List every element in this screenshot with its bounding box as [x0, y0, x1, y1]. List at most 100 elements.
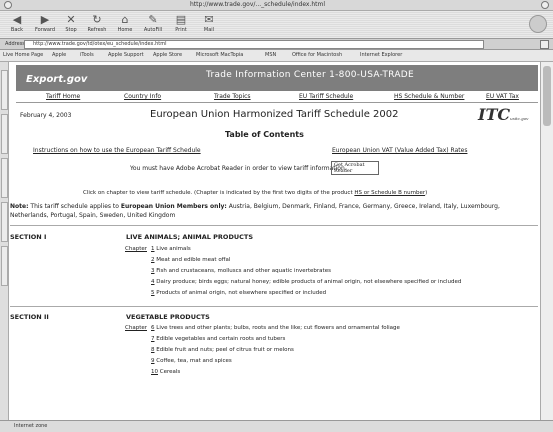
chapter-row[interactable]: 5 Products of animal origin, not elsewhe…: [125, 290, 326, 296]
sidebar-tab-scrapbook[interactable]: [1, 202, 8, 242]
stop-label: Stop: [65, 27, 77, 33]
nav-eu-tariff-schedule[interactable]: EU Tariff Schedule: [299, 93, 353, 100]
home-label: Home: [117, 27, 133, 33]
site-banner: Export.gov Trade Information Center 1-80…: [16, 65, 538, 91]
chapter-row[interactable]: 9 Coffee, tea, mat and spices: [125, 358, 232, 364]
browser-logo-icon: [529, 15, 547, 33]
section-label: SECTION II: [10, 313, 49, 321]
chapter-desc: Live animals: [156, 246, 191, 252]
chapter-number[interactable]: 4: [151, 279, 155, 285]
favorite-internet-explorer[interactable]: Internet Explorer: [360, 52, 402, 58]
chapter-label: Chapter: [125, 246, 147, 252]
scrollbar-thumb[interactable]: [543, 66, 551, 126]
refresh-label: Refresh: [87, 27, 107, 33]
chapter-number[interactable]: 6: [151, 325, 155, 331]
page-date: February 4, 2003: [20, 112, 72, 119]
hs-schedule-link[interactable]: HS or Schedule B number: [354, 190, 425, 196]
click-chapter-instructions: Click on chapter to view tariff schedule…: [83, 190, 353, 196]
favorite-msn[interactable]: MSN: [265, 52, 276, 58]
vertical-scrollbar[interactable]: [540, 62, 553, 420]
chapter-desc: Dairy produce; birds eggs; natural honey…: [156, 279, 462, 285]
mail-button[interactable]: ✉ Mail: [196, 13, 222, 37]
chapter-row[interactable]: 8 Edible fruit and nuts; peel of citrus …: [125, 347, 294, 353]
itc-logo-text: ITC: [478, 105, 511, 124]
refresh-icon: ↻: [92, 13, 102, 26]
favorite-office-for-macintosh[interactable]: Office for Macintosh: [292, 52, 342, 58]
address-input[interactable]: http://www.trade.gov/td/otex/eu_schedule…: [24, 40, 484, 49]
nav-eu-vat-tax[interactable]: EU VAT Tax: [486, 93, 519, 100]
stop-icon: ✕: [66, 13, 76, 26]
eu-members-note: Note: This tariff schedule applies to Eu…: [10, 202, 538, 220]
mail-icon: ✉: [204, 13, 214, 26]
forward-arrow-icon: ▶: [40, 13, 50, 26]
forward-button[interactable]: ▶ Forward: [32, 13, 58, 37]
chapter-number[interactable]: 1: [151, 246, 155, 252]
chapter-number[interactable]: 3: [151, 268, 155, 274]
favorite-live-home-page[interactable]: Live Home Page: [3, 52, 43, 58]
sidebar-tab-page-holder[interactable]: [1, 246, 8, 286]
chapter-number[interactable]: 9: [151, 358, 155, 364]
chapter-desc: Coffee, tea, mat and spices: [156, 358, 232, 364]
forward-label: Forward: [34, 27, 56, 33]
toc-heading: Table of Contents: [225, 130, 304, 139]
print-icon: ▤: [175, 13, 187, 26]
print-button[interactable]: ▤ Print: [168, 13, 194, 37]
section-label: SECTION I: [10, 233, 47, 241]
favorites-bar: Live Home Page Apple iTools Apple Suppor…: [0, 50, 553, 62]
back-button[interactable]: ◀ Back: [4, 13, 30, 37]
autofill-label: AutoFill: [143, 27, 163, 33]
nav-tariff-home[interactable]: Tariff Home: [46, 93, 80, 100]
collapse-window-button[interactable]: [541, 1, 549, 9]
autofill-icon: ✎: [148, 13, 158, 26]
favorite-apple[interactable]: Apple: [52, 52, 66, 58]
chapter-number[interactable]: 7: [151, 336, 155, 342]
favorite-microsoft-mactopia[interactable]: Microsoft MacTopia: [196, 52, 243, 58]
chapter-row[interactable]: 7 Edible vegetables and certain roots an…: [125, 336, 285, 342]
chapter-row[interactable]: Chapter 1 Live animals: [125, 246, 191, 252]
favorite-apple-store[interactable]: Apple Store: [153, 52, 182, 58]
chapter-number[interactable]: 10: [151, 369, 158, 375]
chapter-row[interactable]: 10 Cereals: [125, 369, 180, 375]
chapter-number[interactable]: 8: [151, 347, 155, 353]
chapter-row[interactable]: 4 Dairy produce; birds eggs; natural hon…: [125, 279, 461, 285]
chapter-label: Chapter: [125, 325, 147, 331]
note-text: This tariff schedule applies to: [30, 203, 119, 210]
nav-trade-topics[interactable]: Trade Topics: [214, 93, 251, 100]
itc-logo[interactable]: ITCusitc.gov: [478, 105, 528, 124]
chapter-number[interactable]: 2: [151, 257, 155, 263]
instructions-link[interactable]: Instructions on how to use the European …: [33, 147, 201, 154]
site-nav: Tariff Home Country Info Trade Topics EU…: [16, 91, 538, 103]
chapter-desc: Live trees and other plants; bulbs, root…: [156, 325, 400, 331]
chapter-number[interactable]: 5: [151, 290, 155, 296]
get-acrobat-reader-button[interactable]: Get Acrobat Reader: [331, 161, 379, 175]
favorite-itools[interactable]: iTools: [80, 52, 94, 58]
nav-hs-schedule[interactable]: HS Schedule & Number: [394, 93, 464, 100]
sidebar-tab-history[interactable]: [1, 114, 8, 154]
back-label: Back: [10, 27, 24, 33]
chapter-desc: Cereals: [159, 369, 181, 375]
address-bar: Address http://www.trade.gov/td/otex/eu_…: [0, 39, 553, 50]
autofill-button[interactable]: ✎ AutoFill: [140, 13, 166, 37]
favorite-apple-support[interactable]: Apple Support: [108, 52, 144, 58]
page-title: European Union Harmonized Tariff Schedul…: [150, 109, 399, 120]
close-window-button[interactable]: [4, 1, 12, 9]
vat-rates-link[interactable]: European Union VAT (Value Added Tax) Rat…: [332, 147, 467, 154]
acrobat-notice: You must have Adobe Acrobat Reader in or…: [130, 165, 347, 172]
browser-toolbar: ◀ Back ▶ Forward ✕ Stop ↻ Refresh ⌂ Home ✎ Aut…: [0, 11, 553, 39]
go-button[interactable]: [540, 40, 549, 49]
refresh-button[interactable]: ↻ Refresh: [84, 13, 110, 37]
chapter-row[interactable]: 3 Fish and crustaceans, molluscs and oth…: [125, 268, 331, 274]
address-label: Address: [5, 41, 25, 47]
home-button[interactable]: ⌂ Home: [112, 13, 138, 37]
sidebar-tab-search[interactable]: [1, 158, 8, 198]
sidebar-tab-favorites[interactable]: [1, 70, 8, 110]
chapter-row[interactable]: 2 Meat and edible meat offal: [125, 257, 230, 263]
chapter-row[interactable]: Chapter 6 Live trees and other plants; bu…: [125, 325, 400, 331]
back-arrow-icon: ◀: [12, 13, 22, 26]
nav-country-info[interactable]: Country Info: [124, 93, 161, 100]
exportgov-logo[interactable]: Export.gov: [26, 74, 87, 85]
chapter-desc: Edible vegetables and certain roots and …: [156, 336, 286, 342]
stop-button[interactable]: ✕ Stop: [58, 13, 84, 37]
click-chapter-text: Click on chapter to view tariff schedule…: [83, 190, 427, 196]
mail-label: Mail: [203, 27, 215, 33]
